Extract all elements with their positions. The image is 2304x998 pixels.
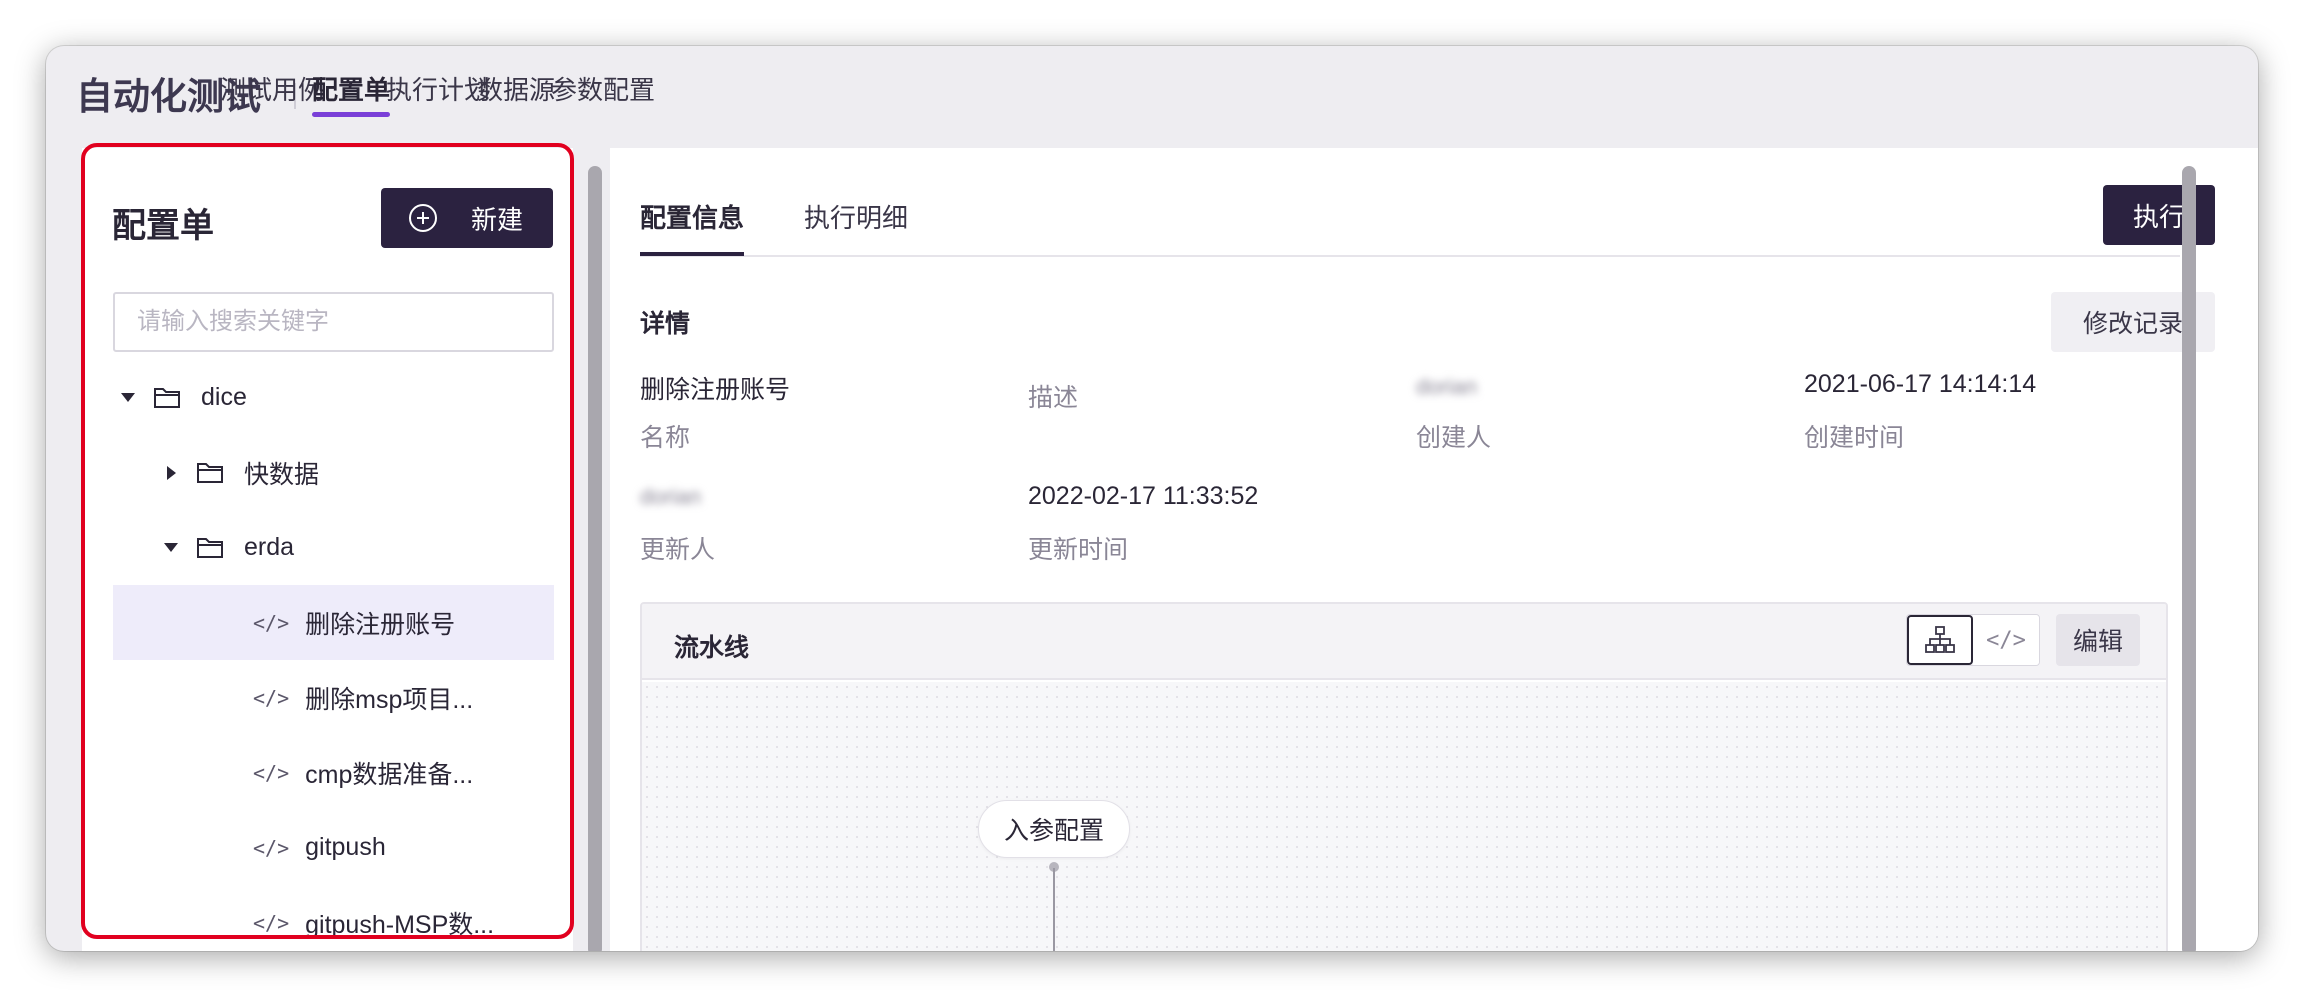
nav-tab-param-config[interactable]: 参数配置 <box>551 70 655 107</box>
caret-right-icon[interactable] <box>156 465 186 480</box>
pipeline-card: 流水线 </> 编辑 入参配置 <box>640 602 2168 951</box>
code-icon: </> <box>253 835 290 860</box>
code-icon: </> <box>253 910 290 935</box>
config-detail-panel: 配置信息 执行明细 执行 详情 修改记录 删除注册账号 名称 描述 dorian… <box>610 148 2258 951</box>
code-icon: </> <box>253 610 290 635</box>
tab-divider <box>640 255 2180 257</box>
tree-item-label: cmp数据准备... <box>305 760 474 789</box>
creator-value: dorian <box>1416 374 1478 399</box>
created-time-label: 创建时间 <box>1804 424 1905 452</box>
code-icon: </> <box>1986 627 2026 653</box>
active-nav-indicator <box>312 112 390 117</box>
view-mode-toggle: </> <box>1906 614 2040 666</box>
tab-execution-detail[interactable]: 执行明细 <box>804 198 908 235</box>
tree-item-label: 删除注册账号 <box>305 610 456 639</box>
run-button[interactable]: 执行 <box>2103 185 2215 245</box>
code-view-button[interactable]: </> <box>1973 615 2039 665</box>
app-window: 自动化测试 测试用例 配置单 执行计划 数据源 参数配置 配置单 新建 dice… <box>46 46 2258 951</box>
top-navigation: 自动化测试 测试用例 配置单 执行计划 数据源 参数配置 <box>46 46 2258 146</box>
updater-label: 更新人 <box>640 536 716 564</box>
diagram-view-button[interactable] <box>1907 615 1974 665</box>
code-icon: </> <box>253 685 290 710</box>
folder-icon <box>197 537 223 558</box>
nav-tab-config-sheet[interactable]: 配置单 <box>312 70 390 107</box>
plus-circle-icon <box>409 204 437 232</box>
pipeline-canvas[interactable]: 入参配置 <box>642 682 2166 951</box>
updater-value: dorian <box>640 484 702 509</box>
config-sheet-sidebar: 配置单 新建 dice 快数据 erda </> 删除注册账号 </> 删 <box>82 148 573 951</box>
nav-tab-data-source[interactable]: 数据源 <box>477 70 555 107</box>
caret-down-icon[interactable] <box>113 393 143 402</box>
nav-tab-test-cases[interactable]: 测试用例 <box>220 70 324 107</box>
tree-config-item[interactable]: </> 删除注册账号 <box>113 585 554 660</box>
code-icon: </> <box>253 760 290 785</box>
caret-down-icon[interactable] <box>156 543 186 552</box>
tree-item-label: erda <box>244 533 295 561</box>
node-edge <box>1053 868 1055 951</box>
sidebar-title: 配置单 <box>112 207 214 245</box>
description-label: 描述 <box>1028 384 1079 412</box>
tree-folder-kuaishuju[interactable]: 快数据 <box>113 435 554 510</box>
folder-icon <box>154 387 180 408</box>
tree-folder-dice[interactable]: dice <box>113 360 554 435</box>
tree-item-label: gitpush <box>305 833 386 861</box>
tree-item-label: gitpush-MSP数... <box>305 910 495 939</box>
created-time-value: 2021-06-17 14:14:14 <box>1804 370 2037 398</box>
pipeline-title: 流水线 <box>674 634 750 662</box>
pipeline-header: 流水线 </> 编辑 <box>642 604 2166 680</box>
creator-label: 创建人 <box>1416 424 1492 452</box>
name-label: 名称 <box>640 424 691 452</box>
edit-pipeline-button[interactable]: 编辑 <box>2056 614 2140 666</box>
diagram-icon <box>1925 626 1955 653</box>
name-value: 删除注册账号 <box>640 376 791 404</box>
tree-config-item[interactable]: </> 删除msp项目... <box>113 660 554 735</box>
tree-config-item[interactable]: </> gitpush-MSP数... <box>113 885 554 951</box>
updated-time-value: 2022-02-17 11:33:52 <box>1028 482 1259 510</box>
active-tab-indicator <box>640 252 744 256</box>
updated-time-label: 更新时间 <box>1028 536 1129 564</box>
tree-item-label: 快数据 <box>244 460 320 489</box>
new-config-button[interactable]: 新建 <box>381 188 553 248</box>
details-heading: 详情 <box>640 310 691 338</box>
left-scrollbar[interactable] <box>588 166 602 951</box>
nav-tab-execution-plan[interactable]: 执行计划 <box>386 70 490 107</box>
right-scrollbar[interactable] <box>2182 166 2196 951</box>
tree-config-item[interactable]: </> gitpush <box>113 810 554 885</box>
tree-item-label: dice <box>201 383 247 411</box>
new-button-label: 新建 <box>471 204 524 235</box>
folder-icon <box>197 462 223 483</box>
tab-config-info[interactable]: 配置信息 <box>640 198 744 235</box>
search-input[interactable] <box>113 292 554 352</box>
pipeline-node-input-params[interactable]: 入参配置 <box>978 800 1130 858</box>
tree-item-label: 删除msp项目... <box>305 685 474 714</box>
tree-folder-erda[interactable]: erda <box>113 510 554 585</box>
tree-config-item[interactable]: </> cmp数据准备... <box>113 735 554 810</box>
